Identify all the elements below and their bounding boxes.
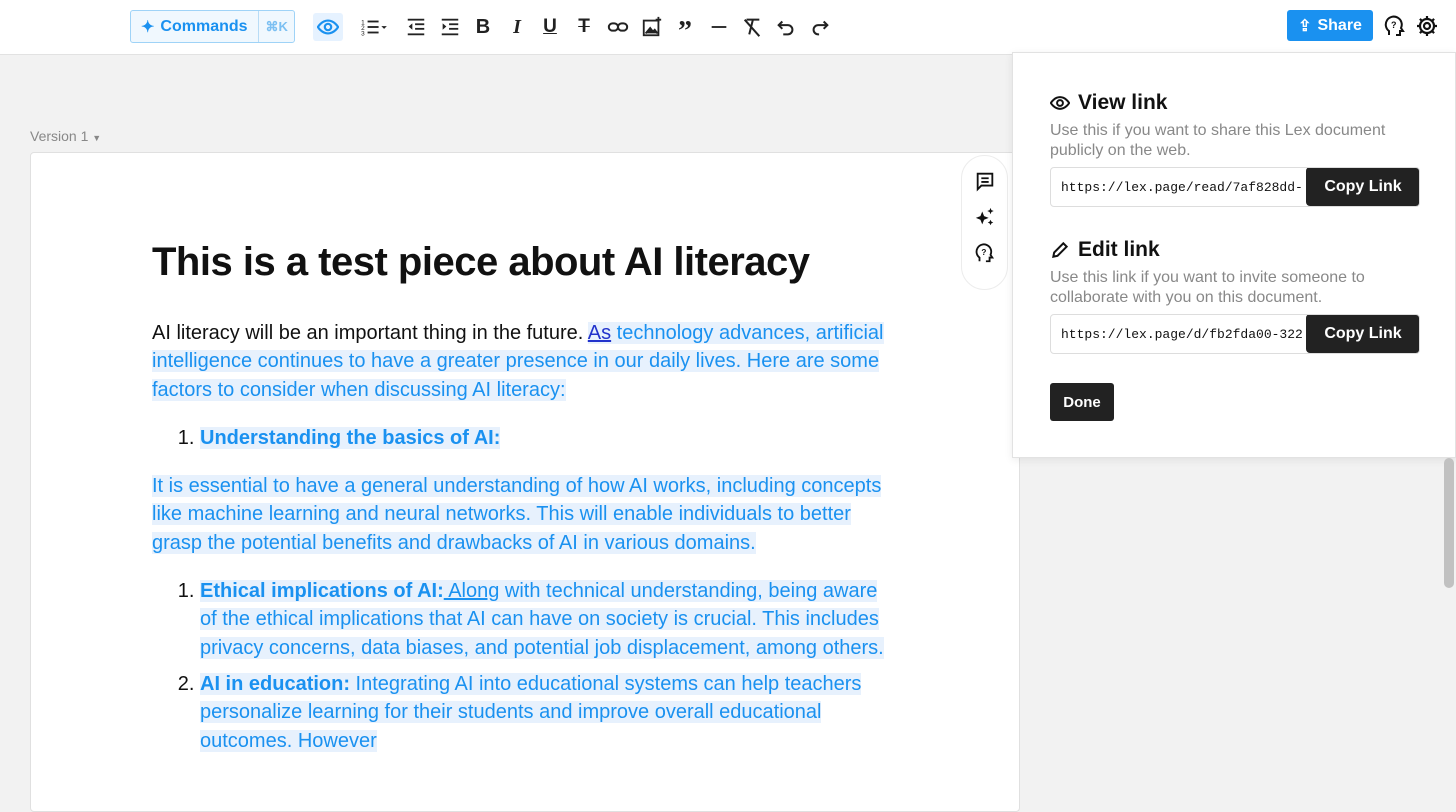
redo-icon bbox=[812, 20, 829, 36]
share-icon: ⇪ bbox=[1298, 17, 1312, 35]
view-link-field[interactable]: https://lex.page/read/7af828dd- Copy Link bbox=[1050, 167, 1420, 207]
quote-button[interactable]: ” bbox=[670, 13, 700, 46]
italic-icon: I bbox=[513, 15, 521, 38]
preview-button[interactable] bbox=[313, 13, 343, 41]
commands-shortcut: ⌘K bbox=[265, 18, 288, 34]
eye-icon bbox=[1050, 96, 1070, 110]
quote-icon: ” bbox=[678, 16, 692, 47]
document-title: This is a test piece about AI literacy bbox=[152, 240, 810, 284]
underline-button[interactable]: U bbox=[535, 13, 565, 41]
list-item-heading: Understanding the basics of AI: bbox=[200, 426, 501, 449]
bold-icon: B bbox=[475, 15, 491, 38]
indent-icon bbox=[441, 18, 459, 36]
link-icon bbox=[607, 22, 629, 32]
horizontal-rule-icon bbox=[711, 26, 727, 28]
strikethrough-icon: T bbox=[578, 16, 590, 37]
magic-wand-icon: ✦ bbox=[141, 18, 155, 36]
svg-text:3: 3 bbox=[361, 30, 365, 37]
commands-button[interactable]: ✦ Commands ⌘K bbox=[130, 10, 295, 43]
paragraph-2: It is essential to have a general unders… bbox=[152, 472, 892, 557]
gear-icon[interactable] bbox=[1415, 14, 1439, 38]
underline-icon: U bbox=[543, 16, 557, 37]
clear-format-button[interactable] bbox=[737, 13, 767, 41]
intro-paragraph: AI literacy will be an important thing i… bbox=[152, 319, 892, 404]
strikethrough-button[interactable]: T bbox=[569, 13, 599, 41]
comment-icon[interactable] bbox=[974, 170, 996, 192]
list-2: Ethical implications of AI: Along with t… bbox=[200, 577, 892, 755]
eye-icon bbox=[317, 19, 339, 35]
list-item-heading: AI in education: bbox=[200, 672, 350, 695]
edit-link-field[interactable]: https://lex.page/d/fb2fda00-322 Copy Link bbox=[1050, 314, 1420, 354]
document-content[interactable]: This is a test piece about AI literacy A… bbox=[152, 240, 892, 755]
image-button[interactable] bbox=[637, 13, 667, 41]
indent-button[interactable] bbox=[435, 13, 465, 41]
svg-text:?: ? bbox=[981, 248, 986, 257]
pencil-icon bbox=[1052, 241, 1069, 258]
edit-link-section: Edit link Use this link if you want to i… bbox=[1050, 238, 1430, 354]
help-head-icon[interactable]: ? bbox=[974, 242, 996, 264]
redo-button[interactable] bbox=[805, 13, 835, 41]
undo-icon bbox=[777, 20, 794, 36]
scrollbar[interactable] bbox=[1444, 458, 1454, 588]
version-label: Version 1 bbox=[30, 128, 89, 144]
list-item: AI in education: Integrating AI into edu… bbox=[200, 670, 892, 755]
list-item: Understanding the basics of AI: bbox=[200, 424, 892, 452]
caret-down-icon: ▼ bbox=[92, 133, 102, 143]
edit-link-description: Use this link if you want to invite some… bbox=[1050, 269, 1365, 306]
numbered-list-button[interactable]: 123 bbox=[354, 13, 394, 41]
clear-format-icon bbox=[743, 18, 761, 37]
share-label: Share bbox=[1317, 16, 1362, 34]
link-button[interactable] bbox=[603, 13, 633, 41]
view-link-url[interactable]: https://lex.page/read/7af828dd- bbox=[1061, 180, 1303, 195]
version-selector[interactable]: Version 1 ▼ bbox=[30, 128, 101, 144]
intro-text: AI literacy will be an important thing i… bbox=[152, 322, 588, 344]
add-image-icon bbox=[642, 16, 662, 37]
list-item-heading: Ethical implications of AI: bbox=[200, 580, 444, 603]
sparkles-icon[interactable] bbox=[974, 206, 996, 228]
commands-label: Commands bbox=[160, 17, 248, 35]
share-panel: View link Use this if you want to share … bbox=[1012, 52, 1456, 458]
svg-text:?: ? bbox=[1391, 20, 1397, 30]
outdent-icon bbox=[407, 18, 425, 36]
edit-link-url[interactable]: https://lex.page/d/fb2fda00-322 bbox=[1061, 327, 1303, 342]
undo-button[interactable] bbox=[771, 13, 801, 41]
list-1: Understanding the basics of AI: bbox=[200, 424, 892, 452]
view-link-title: View link bbox=[1078, 91, 1168, 114]
done-button[interactable]: Done bbox=[1050, 383, 1114, 421]
numbered-list-icon: 123 bbox=[361, 19, 387, 37]
italic-button[interactable]: I bbox=[502, 13, 532, 41]
bold-button[interactable]: B bbox=[468, 13, 498, 41]
horizontal-rule-button[interactable] bbox=[704, 13, 734, 41]
inline-link[interactable]: Along bbox=[444, 580, 499, 602]
share-button[interactable]: ⇪ Share bbox=[1287, 10, 1373, 41]
list-item: Ethical implications of AI: Along with t… bbox=[200, 577, 892, 662]
side-actions: ? bbox=[961, 155, 1008, 290]
view-link-section: View link Use this if you want to share … bbox=[1050, 91, 1430, 207]
copy-edit-link-button[interactable]: Copy Link bbox=[1306, 315, 1419, 353]
view-link-description: Use this if you want to share this Lex d… bbox=[1050, 122, 1386, 159]
top-toolbar: ✦ Commands ⌘K 123 B I U T ” ⇪ Share ? bbox=[0, 0, 1456, 55]
intro-link[interactable]: As bbox=[588, 322, 611, 344]
copy-view-link-button[interactable]: Copy Link bbox=[1306, 168, 1419, 206]
edit-link-title: Edit link bbox=[1078, 238, 1160, 261]
help-head-icon[interactable]: ? bbox=[1383, 14, 1407, 38]
outdent-button[interactable] bbox=[401, 13, 431, 41]
paragraph-2-text: It is essential to have a general unders… bbox=[152, 475, 882, 554]
